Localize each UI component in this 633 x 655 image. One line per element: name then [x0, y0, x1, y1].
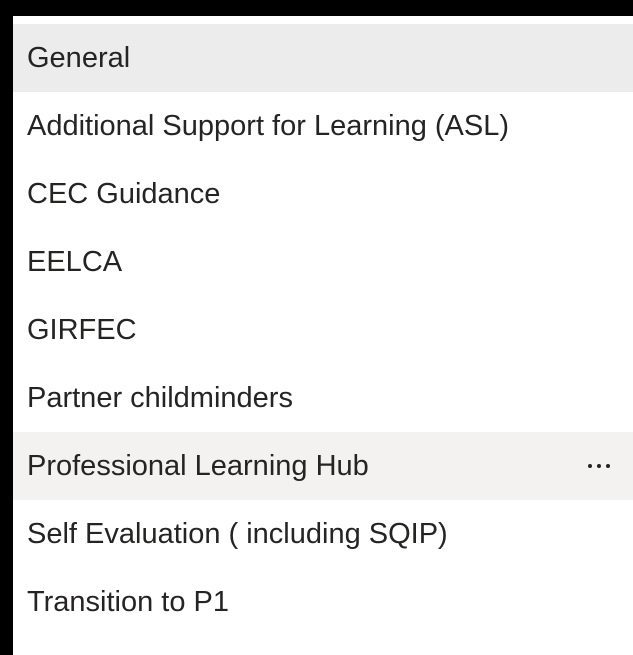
channel-item-cec-guidance[interactable]: CEC Guidance — [13, 160, 633, 228]
channel-item-label: Transition to P1 — [27, 587, 230, 617]
channel-item-label: CEC Guidance — [27, 179, 221, 209]
channel-item-label: General — [27, 43, 131, 73]
channel-item-label: EELCA — [27, 247, 123, 277]
channel-item-label: Additional Support for Learning (ASL) — [27, 111, 510, 141]
channel-item-label: Professional Learning Hub — [27, 451, 369, 481]
more-options-icon[interactable] — [581, 448, 617, 484]
channel-item-partner-childminders[interactable]: Partner childminders — [13, 364, 633, 432]
channel-item-label: Partner childminders — [27, 383, 293, 413]
channel-item-transition-to-p1[interactable]: Transition to P1 — [13, 568, 633, 636]
channel-list: General Additional Support for Learning … — [13, 24, 633, 636]
channel-item-additional-support-for-learning[interactable]: Additional Support for Learning (ASL) — [13, 92, 633, 160]
channel-item-self-evaluation[interactable]: Self Evaluation ( including SQIP) — [13, 500, 633, 568]
channel-item-eelca[interactable]: EELCA — [13, 228, 633, 296]
channel-list-panel: General Additional Support for Learning … — [13, 16, 633, 655]
channel-item-general[interactable]: General — [13, 24, 633, 92]
channel-item-professional-learning-hub[interactable]: Professional Learning Hub — [13, 432, 633, 500]
channel-item-label: GIRFEC — [27, 315, 137, 345]
channel-item-girfec[interactable]: GIRFEC — [13, 296, 633, 364]
channel-item-label: Self Evaluation ( including SQIP) — [27, 519, 448, 549]
